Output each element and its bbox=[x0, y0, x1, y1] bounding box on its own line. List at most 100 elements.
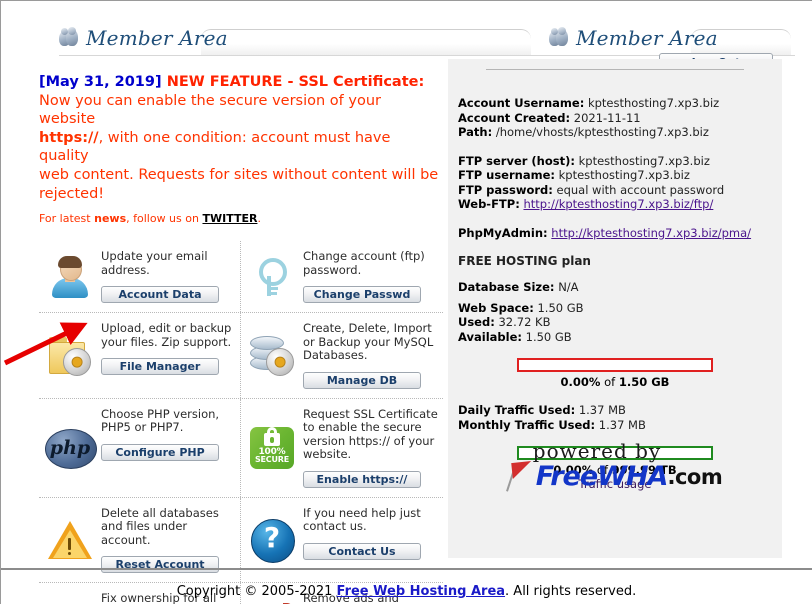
news-twitter-line: For latest news, follow us on TWITTER. bbox=[39, 212, 439, 225]
phpmyadmin-label: PhpMyAdmin: bbox=[458, 225, 548, 240]
footer-site-link[interactable]: Free Web Hosting Area bbox=[337, 584, 506, 599]
daily-traffic-value: 1.37 MB bbox=[578, 403, 626, 417]
reset-account-button[interactable]: Reset Account bbox=[101, 556, 219, 573]
web-space-label: Web Space: bbox=[458, 300, 534, 315]
feature-cell-file-manager: Upload, edit or backup your files. Zip s… bbox=[39, 313, 241, 398]
feature-description: If you need help just contact us. bbox=[303, 505, 421, 533]
news-footer-bold: news bbox=[94, 212, 127, 225]
php-icon: php bbox=[39, 408, 101, 488]
news-footer-end: . bbox=[257, 212, 261, 225]
file-manager-button[interactable]: File Manager bbox=[101, 358, 219, 375]
available-label: Available: bbox=[458, 329, 522, 344]
feature-row: Update your email address. Account Data … bbox=[39, 241, 443, 312]
feature-description: Choose PHP version, PHP5 or PHP7. bbox=[101, 406, 220, 434]
feature-cell-change-passwd: Change account (ftp) password. Change Pa… bbox=[241, 241, 443, 312]
phpmyadmin-block: PhpMyAdmin: http://kptesthosting7.xp3.bi… bbox=[458, 226, 782, 241]
feature-row: php Choose PHP version, PHP5 or PHP7. Co… bbox=[39, 397, 443, 497]
contact-us-button[interactable]: Contact Us bbox=[303, 542, 421, 560]
freewha-tld: .com bbox=[667, 464, 723, 489]
freewha-brand: FreeWHA bbox=[535, 461, 669, 492]
web-space-usage-bar-group: 0.00% of 1.50 GB bbox=[448, 358, 782, 389]
footer-copyright-pre: Copyright © 2005-2021 bbox=[176, 584, 337, 599]
available-value: 1.50 GB bbox=[525, 329, 572, 344]
php-icon-label: php bbox=[49, 436, 91, 459]
account-path-value: /home/vhosts/kptesthosting7.xp3.biz bbox=[495, 125, 709, 139]
account-username-value: kptesthosting7.xp3.biz bbox=[587, 96, 720, 110]
feature-cell-configure-php: php Choose PHP version, PHP5 or PHP7. Co… bbox=[39, 398, 241, 497]
database-size-value: N/A bbox=[558, 280, 579, 294]
freewha-flag-icon bbox=[505, 460, 534, 492]
account-details-block: Account Username: kptesthosting7.xp3.biz… bbox=[458, 96, 782, 140]
news-footer-pre: For latest bbox=[39, 212, 95, 225]
news-footer-mid: , follow us on bbox=[126, 212, 203, 225]
folder-gear-icon bbox=[39, 322, 101, 389]
twitter-link[interactable]: TWITTER bbox=[202, 212, 257, 225]
news-line-2: Now you can enable the secure version of… bbox=[39, 93, 381, 127]
web-space-bar-percent: 0.00% bbox=[560, 375, 601, 389]
ftp-server-label: FTP server (host): bbox=[458, 153, 575, 168]
web-ftp-label: Web-FTP: bbox=[458, 197, 520, 211]
footer-copyright-post: . All rights reserved. bbox=[505, 584, 637, 599]
feature-description: Change account (ftp) password. bbox=[303, 249, 425, 277]
warning-icon bbox=[39, 507, 101, 574]
account-created-label: Account Created: bbox=[458, 110, 571, 125]
ftp-details-block: FTP server (host): kptesthosting7.xp3.bi… bbox=[458, 154, 782, 212]
web-space-bar-label: 0.00% of 1.50 GB bbox=[448, 375, 782, 389]
feature-row: Upload, edit or backup your files. Zip s… bbox=[39, 312, 443, 398]
panel-top-divider bbox=[486, 69, 744, 70]
user-icon bbox=[39, 250, 101, 303]
news-date: [May 31, 2019] bbox=[39, 74, 162, 90]
web-space-value: 1.50 GB bbox=[537, 300, 584, 315]
monthly-traffic-value: 1.37 MB bbox=[598, 417, 646, 432]
manage-db-button[interactable]: Manage DB bbox=[303, 371, 421, 389]
member-area-logo-right: Member Area bbox=[549, 21, 718, 55]
news-line-4: web content. Requests for sites without … bbox=[39, 167, 439, 183]
enable-https-button[interactable]: Enable https:// bbox=[303, 470, 421, 488]
account-created-value: 2021-11-11 bbox=[573, 110, 641, 125]
header-title-right: Member Area bbox=[576, 26, 718, 50]
traffic-usage-block: Daily Traffic Used: 1.37 MB Monthly Traf… bbox=[458, 403, 782, 432]
page-header: Member Area Member Area Log Out bbox=[1, 1, 812, 72]
web-space-bar-total: 1.50 GB bbox=[618, 375, 670, 389]
daily-traffic-label: Daily Traffic Used: bbox=[458, 403, 576, 417]
feature-grid: Update your email address. Account Data … bbox=[39, 241, 443, 604]
web-space-bar-of: of bbox=[604, 375, 616, 389]
member-area-logo-left: Member Area bbox=[59, 21, 228, 55]
account-path-label: Path: bbox=[458, 125, 493, 139]
news-announcement: [May 31, 2019] NEW FEATURE - SSL Certifi… bbox=[39, 73, 439, 225]
web-ftp-link[interactable]: http://kptesthosting7.xp3.biz/ftp/ bbox=[523, 197, 713, 211]
feature-description: Create, Delete, Import or Backup your My… bbox=[303, 321, 434, 362]
header-title-left: Member Area bbox=[86, 26, 228, 50]
key-icon bbox=[241, 250, 303, 303]
news-line-5: rejected! bbox=[39, 186, 105, 202]
feature-cell-account-data: Update your email address. Account Data bbox=[39, 241, 241, 312]
feature-description: Delete all databases and files under acc… bbox=[101, 505, 219, 547]
account-data-button[interactable]: Account Data bbox=[101, 286, 219, 303]
member-area-page: Member Area Member Area Log Out [May 31,… bbox=[0, 0, 812, 604]
news-https: https:// bbox=[39, 130, 99, 146]
configure-php-button[interactable]: Configure PHP bbox=[101, 443, 219, 461]
feature-description: Update your email address. bbox=[101, 249, 208, 277]
phpmyadmin-link[interactable]: http://kptesthosting7.xp3.biz/pma/ bbox=[551, 226, 751, 240]
monthly-traffic-label: Monthly Traffic Used: bbox=[458, 417, 596, 432]
account-info-panel: Account Username: kptesthosting7.xp3.biz… bbox=[448, 59, 782, 558]
change-passwd-button[interactable]: Change Passwd bbox=[303, 286, 421, 303]
footer-copyright: Copyright © 2005-2021 Free Web Hosting A… bbox=[1, 584, 812, 599]
help-question-icon: ? bbox=[241, 507, 303, 574]
powered-by-text: powered by bbox=[532, 439, 662, 463]
web-space-progress-bar bbox=[517, 358, 713, 372]
used-label: Used: bbox=[458, 315, 495, 329]
news-headline: NEW FEATURE - SSL Certificate: bbox=[166, 74, 425, 90]
plan-usage-block: Database Size: N/A Web Space: 1.50 GB Us… bbox=[458, 280, 782, 344]
ftp-server-value: kptesthosting7.xp3.biz bbox=[578, 153, 710, 168]
ssl-secure-icon: 100% SECURE bbox=[241, 408, 303, 488]
footer-divider bbox=[1, 568, 812, 570]
plan-title: FREE HOSTING plan bbox=[458, 254, 591, 268]
members-icon bbox=[59, 27, 79, 49]
ftp-username-value: kptesthosting7.xp3.biz bbox=[558, 168, 690, 182]
header-tab-left bbox=[201, 29, 531, 55]
database-size-label: Database Size: bbox=[458, 280, 555, 294]
powered-by-block: powered by FreeWHA .com bbox=[448, 439, 782, 492]
feature-description: Upload, edit or backup your files. Zip s… bbox=[101, 321, 232, 349]
ftp-password-label: FTP password: bbox=[458, 182, 553, 197]
